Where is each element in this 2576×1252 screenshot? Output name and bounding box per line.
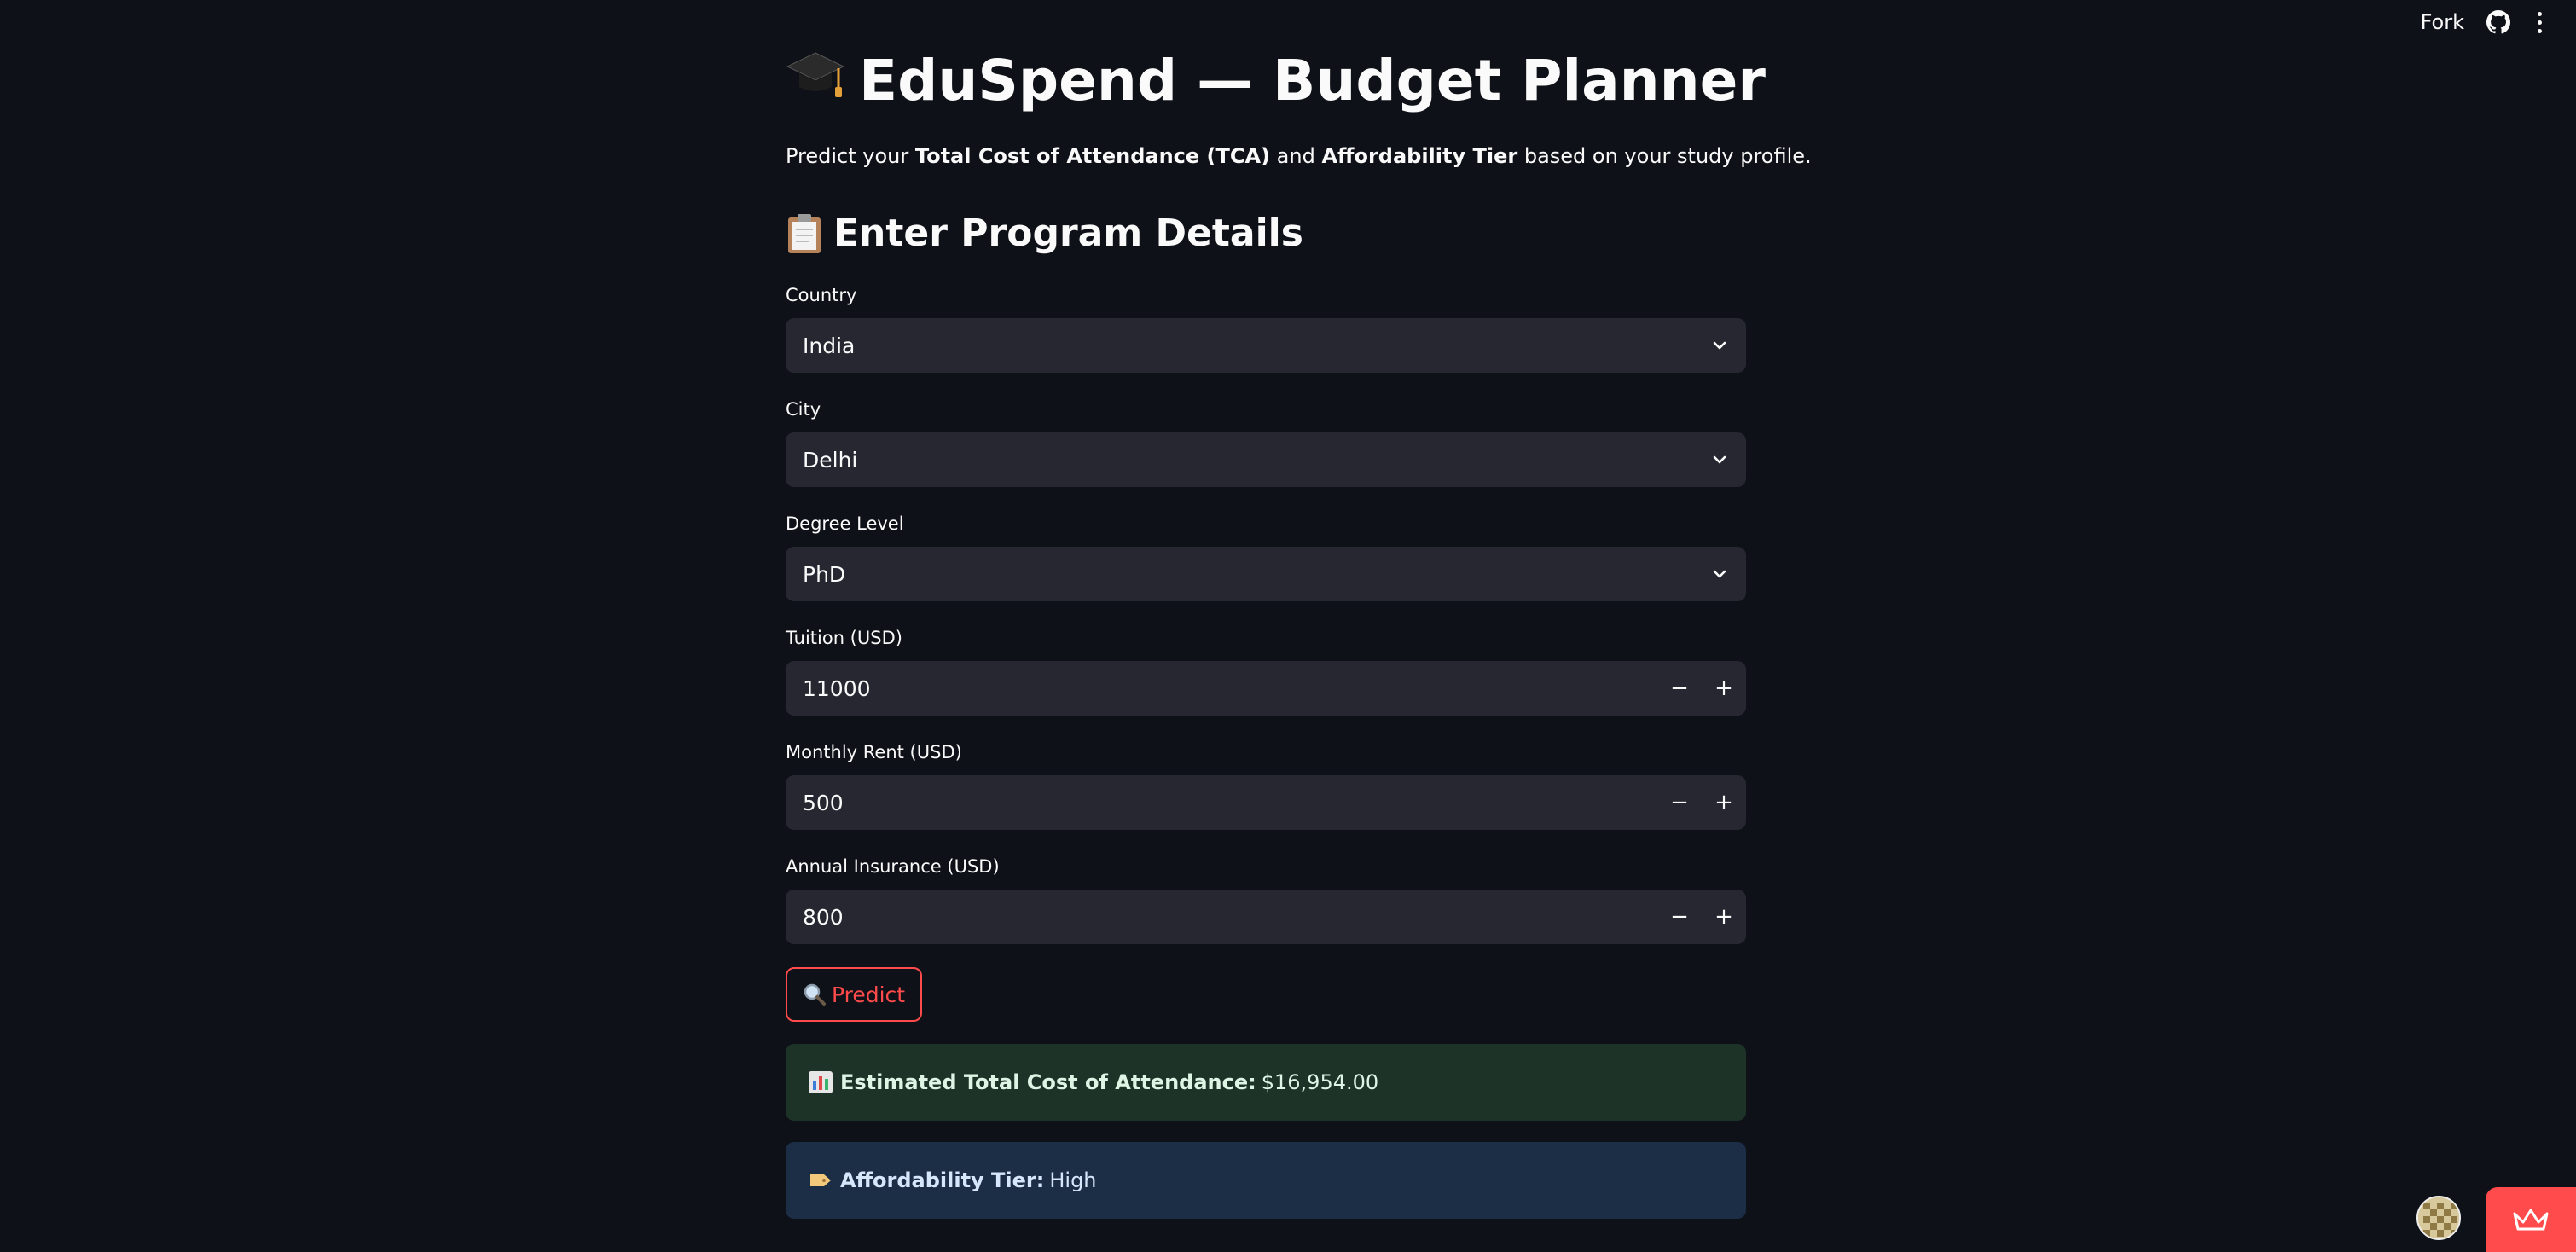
predict-button-label: Predict [832,982,906,1007]
chevron-down-icon [1713,341,1726,350]
page-title: EduSpend — Budget Planner [786,43,1766,119]
degree-label: Degree Level [786,513,904,534]
tuition-label: Tuition (USD) [786,628,902,648]
insurance-decrement-button[interactable]: − [1657,890,1702,944]
country-select-value: India [803,333,856,358]
intro-part: and [1270,144,1322,168]
insurance-increment-button[interactable]: + [1702,890,1746,944]
insurance-label: Annual Insurance (USD) [786,856,1000,877]
more-vert-icon[interactable] [2532,11,2547,33]
intro-part: Predict your [786,144,915,168]
intro-bold-tca: Total Cost of Attendance (TCA) [914,144,1271,168]
clipboard-icon [786,212,823,255]
hosted-badge[interactable] [2486,1187,2576,1252]
crown-icon [2513,1209,2549,1231]
degree-select[interactable]: PhD [786,547,1746,601]
rent-input[interactable]: 500 [786,775,1657,830]
fork-button[interactable]: Fork [2421,10,2464,34]
rent-decrement-button[interactable]: − [1657,775,1702,830]
intro-part: based on your study profile. [1517,144,1812,168]
chevron-down-icon [1713,455,1726,464]
city-label: City [786,399,821,420]
predict-button[interactable]: Predict [786,967,923,1022]
country-label: Country [786,285,857,305]
degree-select-value: PhD [803,561,846,587]
city-select-value: Delhi [803,447,858,472]
magnifier-icon [804,983,826,1006]
tca-result-value: $16,954.00 [1261,1070,1379,1094]
rent-input-group: 500 − + [786,775,1746,830]
app-toolbar: Fork [2421,0,2576,44]
intro-bold-tier: Affordability Tier [1321,144,1518,168]
bar-chart-icon [809,1071,833,1093]
page-title-text: EduSpend — Budget Planner [859,48,1766,113]
avatar[interactable] [2416,1196,2461,1240]
tuition-input-group: 11000 − + [786,661,1746,716]
rent-increment-button[interactable]: + [1702,775,1746,830]
insurance-input-group: 800 − + [786,890,1746,944]
tuition-increment-button[interactable]: + [1702,661,1746,716]
label-tag-icon [810,1174,831,1186]
country-select[interactable]: India [786,318,1746,373]
city-select[interactable]: Delhi [786,432,1746,487]
section-title-text: Enter Program Details [833,212,1303,255]
tuition-decrement-button[interactable]: − [1657,661,1702,716]
graduation-cap-icon [786,43,845,119]
chevron-down-icon [1713,570,1726,578]
insurance-input[interactable]: 800 [786,890,1657,944]
tuition-input[interactable]: 11000 [786,661,1657,716]
tier-result-alert: Affordability Tier: High [786,1142,1746,1219]
tier-result-value: High [1049,1168,1097,1192]
tier-result-label: Affordability Tier: [840,1168,1045,1192]
tca-result-alert: Estimated Total Cost of Attendance: $16,… [786,1044,1746,1121]
rent-label: Monthly Rent (USD) [786,742,962,762]
github-icon[interactable] [2486,10,2510,34]
tca-result-label: Estimated Total Cost of Attendance: [840,1070,1256,1094]
intro-text: Predict your Total Cost of Attendance (T… [786,140,1812,172]
section-title: Enter Program Details [786,206,1303,261]
